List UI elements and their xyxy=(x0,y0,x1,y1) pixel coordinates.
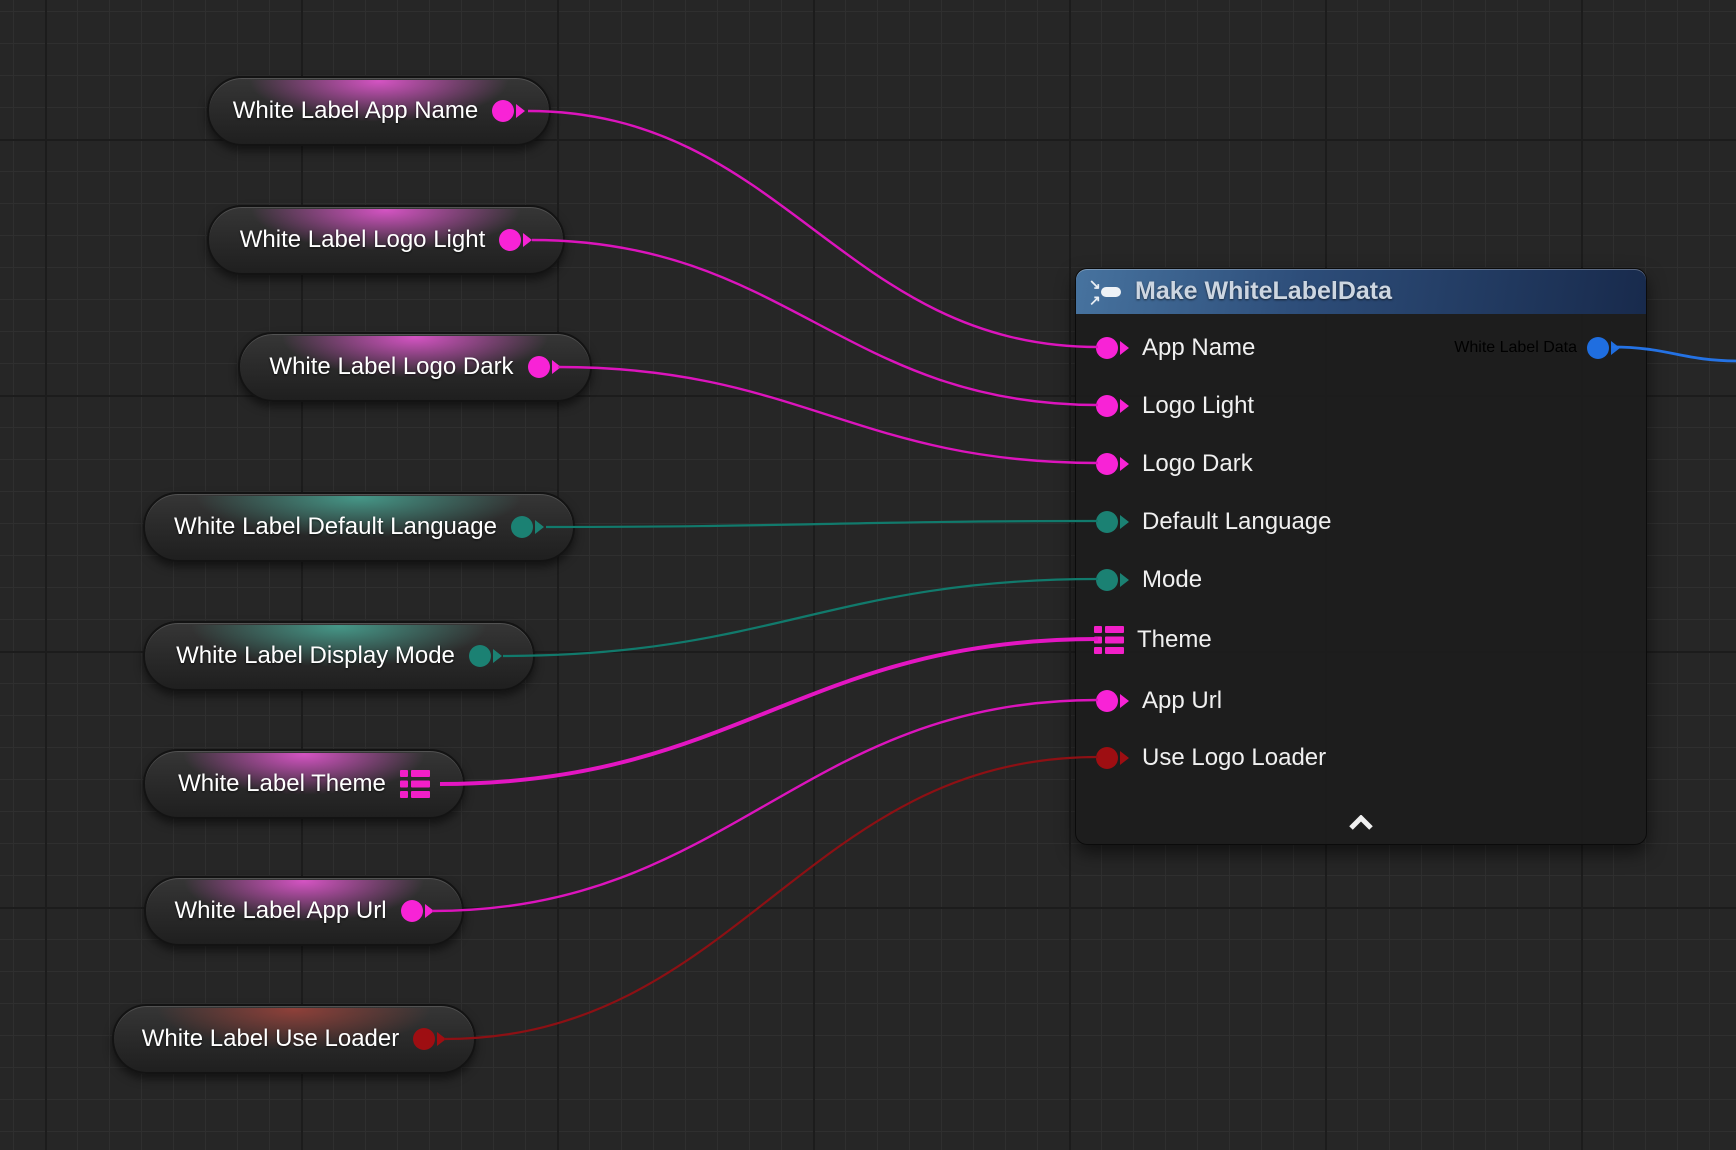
wire-default-language[interactable] xyxy=(546,521,1098,527)
pin-circle xyxy=(1096,569,1118,591)
pin-circle xyxy=(499,229,521,251)
input-row-app-name: App Name xyxy=(1076,331,1255,365)
input-row-use-logo-loader: Use Logo Loader xyxy=(1076,741,1326,775)
input-pin-label: Mode xyxy=(1142,566,1202,594)
pin-arrow xyxy=(535,520,544,534)
variable-node-white-label-use-loader[interactable]: White Label Use Loader xyxy=(112,1004,476,1074)
pin-circle xyxy=(1096,453,1118,475)
variable-node-label: White Label Logo Dark xyxy=(269,353,513,381)
pin-arrow xyxy=(1120,341,1129,355)
variable-node-white-label-app-name[interactable]: White Label App Name xyxy=(207,76,551,146)
pin-arrow xyxy=(1120,399,1129,413)
pin-circle xyxy=(1096,690,1118,712)
boolean-output-pin[interactable] xyxy=(413,1028,446,1050)
arrow-glyph: ↘ xyxy=(1089,279,1101,289)
variable-node-label: White Label App Name xyxy=(233,97,478,125)
capsule-glyph xyxy=(1101,287,1121,297)
variable-node-label: White Label Logo Light xyxy=(240,226,486,254)
input-pin-label: App Name xyxy=(1142,334,1255,362)
pin-circle xyxy=(1096,747,1118,769)
input-pin-label: Logo Light xyxy=(1142,392,1254,420)
wire-use-loader[interactable] xyxy=(444,757,1098,1039)
pin-circle xyxy=(492,100,514,122)
string-output-pin[interactable] xyxy=(528,356,561,378)
chevron-up-icon xyxy=(1351,818,1371,828)
wire-logo-light[interactable] xyxy=(532,240,1098,405)
input-row-default-language: Default Language xyxy=(1076,505,1332,539)
make-whitelabeldata-node[interactable]: ↘ ↗ Make WhiteLabelData App Name Logo Li… xyxy=(1075,268,1647,845)
pin-arrow xyxy=(516,104,525,118)
struct-input-pin[interactable] xyxy=(1094,626,1124,654)
pin-arrow xyxy=(493,649,502,663)
pin-circle xyxy=(401,900,423,922)
enum-input-pin[interactable] xyxy=(1096,511,1129,533)
string-output-pin[interactable] xyxy=(401,900,434,922)
node-header[interactable]: ↘ ↗ Make WhiteLabelData xyxy=(1076,269,1646,314)
variable-node-white-label-app-url[interactable]: White Label App Url xyxy=(144,876,464,946)
output-row-white-label-data: White Label Data xyxy=(1454,331,1620,365)
pin-circle xyxy=(528,356,550,378)
variable-node-label: White Label Use Loader xyxy=(142,1025,399,1053)
node-title: Make WhiteLabelData xyxy=(1135,277,1392,306)
pin-circle xyxy=(1587,337,1609,359)
input-pin-label: Use Logo Loader xyxy=(1142,744,1326,772)
input-pin-label: App Url xyxy=(1142,687,1222,715)
variable-node-label: White Label Display Mode xyxy=(176,642,455,670)
arrow-glyph: ↗ xyxy=(1089,295,1101,305)
wire-theme[interactable] xyxy=(440,639,1098,784)
input-pin-label: Default Language xyxy=(1142,508,1332,536)
pin-circle xyxy=(1096,511,1118,533)
wire-app-name[interactable] xyxy=(528,111,1098,347)
output-pin-label: White Label Data xyxy=(1454,339,1577,357)
variable-node-label: White Label Theme xyxy=(178,770,386,798)
string-input-pin[interactable] xyxy=(1096,337,1129,359)
input-pin-label: Theme xyxy=(1137,626,1212,654)
wire-logo-dark[interactable] xyxy=(558,367,1098,463)
string-output-pin[interactable] xyxy=(492,100,525,122)
variable-node-white-label-display-mode[interactable]: White Label Display Mode xyxy=(143,621,535,691)
collapse-node-button[interactable] xyxy=(1348,815,1374,831)
variable-node-label: White Label App Url xyxy=(174,897,386,925)
wire-app-url[interactable] xyxy=(432,700,1098,911)
pin-arrow xyxy=(1120,515,1129,529)
variable-node-white-label-logo-light[interactable]: White Label Logo Light xyxy=(207,205,565,275)
variable-node-white-label-default-language[interactable]: White Label Default Language xyxy=(143,492,575,562)
boolean-input-pin[interactable] xyxy=(1096,747,1129,769)
enum-input-pin[interactable] xyxy=(1096,569,1129,591)
enum-output-pin[interactable] xyxy=(511,516,544,538)
input-row-logo-light: Logo Light xyxy=(1076,389,1254,423)
string-input-pin[interactable] xyxy=(1096,395,1129,417)
input-pin-label: Logo Dark xyxy=(1142,450,1253,478)
struct-output-pin[interactable] xyxy=(400,770,430,798)
input-row-logo-dark: Logo Dark xyxy=(1076,447,1253,481)
pin-arrow xyxy=(1120,751,1129,765)
pin-arrow xyxy=(1120,457,1129,471)
pin-circle xyxy=(1096,395,1118,417)
pin-circle xyxy=(511,516,533,538)
variable-node-white-label-logo-dark[interactable]: White Label Logo Dark xyxy=(238,332,592,402)
struct-grid-icon xyxy=(400,770,430,798)
string-input-pin[interactable] xyxy=(1096,690,1129,712)
pin-arrow xyxy=(523,233,532,247)
struct-grid-icon xyxy=(1094,626,1124,654)
variable-node-label: White Label Default Language xyxy=(174,513,497,541)
pin-circle xyxy=(413,1028,435,1050)
pin-arrow xyxy=(1120,694,1129,708)
blueprint-graph-canvas[interactable]: White Label App Name White Label Logo Li… xyxy=(0,0,1736,1150)
pin-arrow xyxy=(1120,573,1129,587)
make-struct-icon: ↘ ↗ xyxy=(1089,279,1125,305)
variable-node-white-label-theme[interactable]: White Label Theme xyxy=(143,749,465,819)
enum-output-pin[interactable] xyxy=(469,645,502,667)
string-input-pin[interactable] xyxy=(1096,453,1129,475)
pin-circle xyxy=(1096,337,1118,359)
pin-circle xyxy=(469,645,491,667)
string-output-pin[interactable] xyxy=(499,229,532,251)
